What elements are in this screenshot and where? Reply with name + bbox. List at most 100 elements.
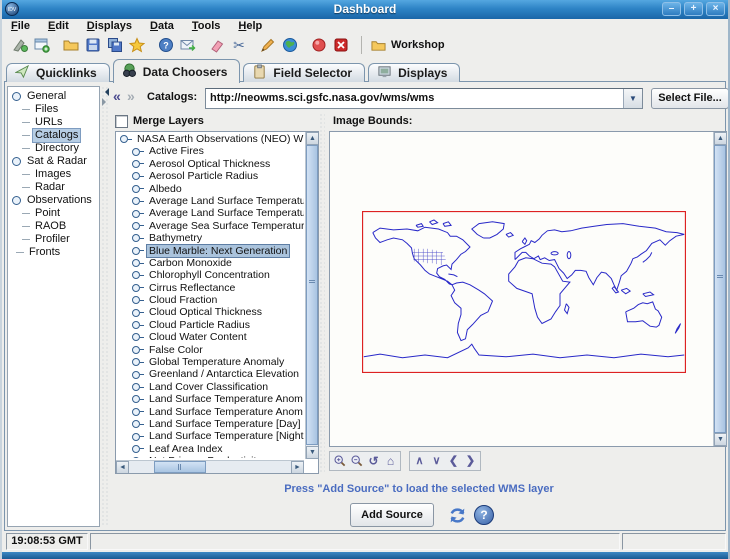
tree-handle-icon[interactable] xyxy=(132,284,140,292)
tree-handle-icon[interactable] xyxy=(132,148,140,156)
layer-item[interactable]: Cirrus Reflectance xyxy=(116,282,304,294)
tree-handle-icon[interactable] xyxy=(132,197,140,205)
workshop-button[interactable]: Workshop xyxy=(371,38,445,53)
merge-layers-checkbox[interactable] xyxy=(115,115,128,128)
layer-item[interactable]: Land Surface Temperature Anom xyxy=(116,393,304,405)
globe-icon[interactable] xyxy=(280,36,300,54)
pan-down-icon[interactable]: ∨ xyxy=(428,453,445,469)
minimize-button[interactable]: – xyxy=(662,2,681,16)
tree-handle-icon[interactable] xyxy=(132,234,140,242)
image-bounds-canvas[interactable]: ▲ ▼ xyxy=(329,131,727,447)
tab-displays[interactable]: Displays xyxy=(368,63,460,82)
tree-handle-icon[interactable] xyxy=(12,92,21,101)
collapse-left-icon[interactable] xyxy=(101,88,109,96)
new-window-icon[interactable] xyxy=(32,36,52,54)
collapse-right-icon[interactable] xyxy=(102,98,110,106)
tree-handle-icon[interactable] xyxy=(132,358,140,366)
tree-handle-icon[interactable] xyxy=(132,210,140,218)
eraser-icon[interactable] xyxy=(207,36,227,54)
combobox-dropdown-icon[interactable]: ▼ xyxy=(623,89,642,108)
layer-tree-root[interactable]: NASA Earth Observations (NEO) WMS xyxy=(116,133,304,145)
nav-item-observations[interactable]: Observations xyxy=(8,194,99,207)
back-chevrons-icon[interactable]: « xyxy=(113,89,121,103)
tree-handle-icon[interactable] xyxy=(132,445,140,453)
home-icon[interactable]: ⌂ xyxy=(382,453,399,469)
reset-view-icon[interactable]: ↺ xyxy=(365,453,382,469)
save-icon[interactable] xyxy=(83,36,103,54)
titlebar[interactable]: IDV Dashboard – + × xyxy=(0,0,730,19)
tree-handle-icon[interactable] xyxy=(12,196,21,205)
nav-item-profiler[interactable]: Profiler xyxy=(8,233,99,246)
layer-item[interactable]: Active Fires xyxy=(116,145,304,157)
layer-item[interactable]: Aerosol Particle Radius xyxy=(116,170,304,182)
record-icon[interactable] xyxy=(309,36,329,54)
catalog-url-combobox[interactable]: http://neowms.sci.gsfc.nasa.gov/wms/wms … xyxy=(205,88,643,109)
select-file-button[interactable]: Select File... xyxy=(651,88,729,109)
layer-item[interactable]: Bathymetry xyxy=(116,232,304,244)
add-source-button[interactable]: Add Source xyxy=(350,503,434,527)
bounds-vscroll-thumb[interactable] xyxy=(714,145,726,433)
mail-send-icon[interactable] xyxy=(178,36,198,54)
save-copy-icon[interactable] xyxy=(105,36,125,54)
tree-handle-icon[interactable] xyxy=(132,259,140,267)
nav-item-raob[interactable]: RAOB xyxy=(8,220,99,233)
cut-icon[interactable]: ✂ xyxy=(229,36,249,54)
layer-item[interactable]: Leaf Area Index xyxy=(116,443,304,455)
layer-item[interactable]: Land Cover Classification xyxy=(116,381,304,393)
tree-handle-icon[interactable] xyxy=(132,408,140,416)
menu-displays[interactable]: Displays xyxy=(78,20,141,32)
tree-handle-icon[interactable] xyxy=(132,222,140,230)
layer-item[interactable]: Average Land Surface Temperatu xyxy=(116,207,304,219)
scroll-up-icon[interactable]: ▲ xyxy=(714,132,727,145)
scroll-right-icon[interactable]: ► xyxy=(291,461,304,474)
tree-handle-icon[interactable] xyxy=(132,321,140,329)
nav-item-images[interactable]: Images xyxy=(8,168,99,181)
forward-chevrons-icon[interactable]: » xyxy=(127,89,135,103)
layers-vscroll-thumb[interactable] xyxy=(306,145,318,445)
help-bubble-icon[interactable]: ? xyxy=(156,36,176,54)
layers-horizontal-scrollbar[interactable]: ◄ ► xyxy=(116,460,304,473)
zoom-out-icon[interactable] xyxy=(348,453,365,469)
tree-handle-icon[interactable] xyxy=(132,371,140,379)
nav-item-files[interactable]: Files xyxy=(8,103,99,116)
dashboard-icon[interactable] xyxy=(10,36,30,54)
tree-handle-icon[interactable] xyxy=(132,160,140,168)
edit-pencil-icon[interactable] xyxy=(258,36,278,54)
catalog-url-value[interactable]: http://neowms.sci.gsfc.nasa.gov/wms/wms xyxy=(206,89,623,108)
help-icon[interactable]: ? xyxy=(474,505,494,525)
pan-up-icon[interactable]: ∧ xyxy=(411,453,428,469)
tree-handle-icon[interactable] xyxy=(120,135,128,143)
layer-item[interactable]: Cloud Optical Thickness xyxy=(116,306,304,318)
tree-handle-icon[interactable] xyxy=(132,271,140,279)
tree-handle-icon[interactable] xyxy=(132,433,140,441)
reload-icon[interactable] xyxy=(447,505,468,526)
favorite-star-icon[interactable] xyxy=(127,36,147,54)
nav-item-sat-radar[interactable]: Sat & Radar xyxy=(8,155,99,168)
nav-item-fronts[interactable]: Fronts xyxy=(8,246,99,259)
nav-item-general[interactable]: General xyxy=(8,90,99,103)
tree-handle-icon[interactable] xyxy=(132,420,140,428)
menu-data[interactable]: Data xyxy=(141,20,183,32)
layer-item[interactable]: Land Surface Temperature Anom xyxy=(116,406,304,418)
layer-item[interactable]: Cloud Fraction xyxy=(116,294,304,306)
pan-right-icon[interactable]: ❯ xyxy=(462,453,479,469)
open-folder-icon[interactable] xyxy=(61,36,81,54)
layers-hscroll-thumb[interactable] xyxy=(154,461,206,473)
layer-item[interactable]: Carbon Monoxide xyxy=(116,257,304,269)
tab-data-choosers[interactable]: Data Choosers xyxy=(113,59,241,83)
nav-item-catalogs[interactable]: Catalogs xyxy=(8,129,99,142)
maximize-button[interactable]: + xyxy=(684,2,703,16)
tree-handle-icon[interactable] xyxy=(132,247,140,255)
bounds-vertical-scrollbar[interactable]: ▲ ▼ xyxy=(713,132,726,446)
tree-handle-icon[interactable] xyxy=(132,185,140,193)
layer-item[interactable]: Chlorophyll Concentration xyxy=(116,269,304,281)
layer-item[interactable]: Average Sea Surface Temperatur xyxy=(116,220,304,232)
scroll-down-icon[interactable]: ▼ xyxy=(306,446,319,459)
tree-handle-icon[interactable] xyxy=(132,309,140,317)
vertical-splitter[interactable] xyxy=(101,86,110,527)
nav-item-radar[interactable]: Radar xyxy=(8,181,99,194)
menu-tools[interactable]: Tools xyxy=(183,20,230,32)
tree-handle-icon[interactable] xyxy=(132,346,140,354)
tree-handle-icon[interactable] xyxy=(132,172,140,180)
stop-icon[interactable] xyxy=(331,36,351,54)
